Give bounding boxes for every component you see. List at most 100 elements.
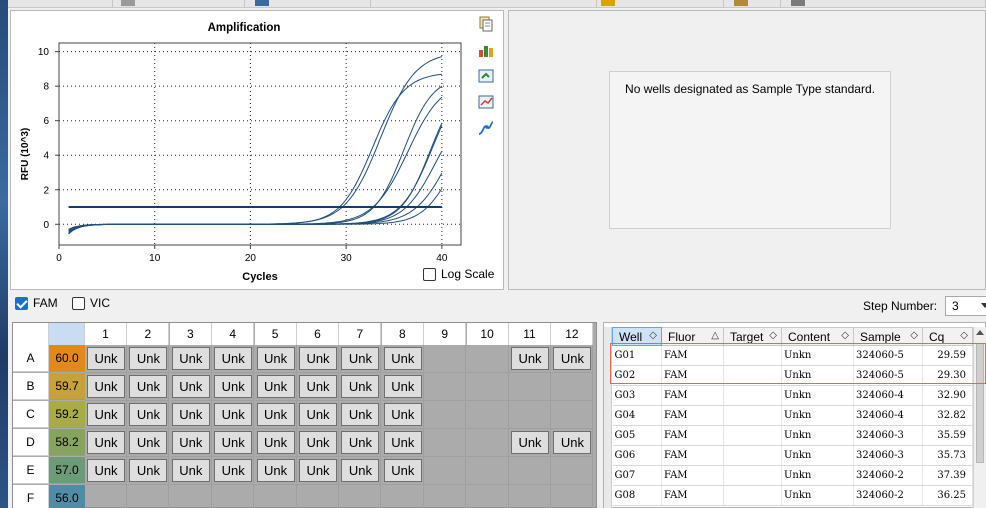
plate-well[interactable]: [170, 485, 212, 508]
plate-well[interactable]: Unk: [127, 401, 170, 429]
table-row[interactable]: G07 FAM Unkn 324060-2 37.39: [612, 465, 973, 486]
plate-row-header[interactable]: A: [13, 345, 49, 372]
plate-column-header[interactable]: 11: [509, 323, 551, 345]
well-sample-type[interactable]: Unk: [129, 431, 168, 454]
plate-well[interactable]: [466, 401, 509, 429]
well-sample-type[interactable]: Unk: [383, 403, 422, 426]
well-sample-type[interactable]: Unk: [341, 459, 380, 482]
plate-row-header[interactable]: D: [13, 429, 49, 456]
plate-well[interactable]: Unk: [169, 429, 212, 457]
plate-well[interactable]: Unk: [85, 457, 127, 485]
results-column-header[interactable]: Well ◇: [612, 327, 662, 346]
sort-icon[interactable]: ◇: [649, 330, 657, 341]
scroll-thumb[interactable]: [976, 343, 984, 463]
well-sample-type[interactable]: Unk: [553, 347, 592, 370]
plate-well[interactable]: Unk: [339, 401, 382, 429]
well-sample-type[interactable]: Unk: [299, 431, 337, 454]
plate-well[interactable]: [551, 401, 594, 429]
plate-column-header[interactable]: 8: [381, 323, 424, 345]
amplification-curve[interactable]: [68, 85, 443, 232]
well-sample-type[interactable]: Unk: [129, 403, 168, 426]
plate-well[interactable]: Unk: [297, 401, 339, 429]
well-sample-type[interactable]: Unk: [299, 347, 337, 370]
well-sample-type[interactable]: Unk: [341, 403, 380, 426]
well-sample-type[interactable]: Unk: [511, 431, 549, 454]
plate-well[interactable]: Unk: [339, 345, 382, 373]
scroll-up-icon[interactable]: [976, 330, 984, 335]
log-scale-toggle[interactable]: Log Scale: [423, 267, 494, 281]
toolbar-tab-5[interactable]: [597, 0, 724, 7]
plate-well[interactable]: [509, 401, 551, 429]
well-sample-type[interactable]: Unk: [256, 431, 295, 454]
toolbar-tab-3[interactable]: [245, 0, 371, 7]
plate-well[interactable]: [255, 485, 297, 508]
toolbar-tab-2[interactable]: [113, 0, 245, 7]
plate-well[interactable]: Unk: [85, 401, 127, 429]
amplification-curve[interactable]: [68, 73, 442, 233]
plate-well[interactable]: [127, 485, 170, 508]
amplification-curve[interactable]: [68, 188, 443, 235]
well-sample-type[interactable]: Unk: [214, 347, 253, 370]
plate-column-header[interactable]: 9: [424, 323, 467, 345]
plate-well[interactable]: [467, 485, 509, 508]
plate-column-header[interactable]: 6: [297, 323, 339, 345]
plate-well[interactable]: Unk: [381, 457, 424, 485]
plate-well[interactable]: Unk: [127, 429, 170, 457]
plate-well[interactable]: Unk: [509, 429, 551, 457]
well-sample-type[interactable]: Unk: [171, 347, 210, 370]
plate-well[interactable]: Unk: [212, 429, 255, 457]
plate-well[interactable]: [424, 429, 467, 457]
plate-well[interactable]: Unk: [85, 345, 127, 373]
plate-well[interactable]: [551, 485, 594, 508]
plate-well[interactable]: Unk: [339, 373, 382, 401]
well-sample-type[interactable]: Unk: [171, 459, 210, 482]
results-column-header[interactable]: Sample ◇: [853, 327, 923, 346]
plate-column-header[interactable]: 7: [339, 323, 382, 345]
plate-well[interactable]: Unk: [212, 373, 255, 401]
plate-well[interactable]: Unk: [169, 345, 212, 373]
well-sample-type[interactable]: Unk: [299, 375, 337, 398]
well-sample-type[interactable]: Unk: [171, 431, 210, 454]
plate-well[interactable]: Unk: [212, 345, 255, 373]
toolbar-tab-6[interactable]: [724, 0, 781, 7]
export-chart-icon[interactable]: [477, 67, 495, 85]
well-sample-type[interactable]: Unk: [87, 375, 125, 398]
plate-well[interactable]: [509, 373, 551, 401]
plate-well[interactable]: [85, 485, 127, 508]
well-sample-type[interactable]: Unk: [87, 403, 125, 426]
plate-well[interactable]: Unk: [85, 373, 127, 401]
plate-well[interactable]: Unk: [127, 373, 170, 401]
plate-row-header[interactable]: E: [13, 457, 49, 484]
plate-well[interactable]: [339, 485, 382, 508]
well-sample-type[interactable]: Unk: [299, 403, 337, 426]
plate-well[interactable]: [424, 457, 467, 485]
plate-column-header[interactable]: 1: [85, 323, 127, 345]
plate-well[interactable]: Unk: [254, 373, 297, 401]
plate-column-header[interactable]: 5: [254, 323, 297, 345]
well-sample-type[interactable]: Unk: [511, 347, 549, 370]
well-sample-type[interactable]: Unk: [171, 375, 210, 398]
results-column-header[interactable]: Fluor △: [661, 327, 724, 346]
plate-well[interactable]: Unk: [381, 373, 424, 401]
well-sample-type[interactable]: Unk: [553, 431, 592, 454]
well-sample-type[interactable]: Unk: [256, 375, 295, 398]
well-sample-type[interactable]: Unk: [214, 431, 253, 454]
plate-well[interactable]: Unk: [297, 457, 339, 485]
plate-well[interactable]: Unk: [297, 429, 339, 457]
plate-well[interactable]: Unk: [254, 457, 297, 485]
well-sample-type[interactable]: Unk: [383, 431, 422, 454]
sort-icon[interactable]: ◇: [960, 330, 968, 341]
plate-well[interactable]: Unk: [297, 373, 339, 401]
plate-well[interactable]: [466, 457, 509, 485]
plate-well[interactable]: [382, 485, 424, 508]
plate-row-header[interactable]: F: [13, 485, 49, 508]
plate-well[interactable]: Unk: [254, 429, 297, 457]
well-sample-type[interactable]: Unk: [214, 403, 253, 426]
well-sample-type[interactable]: Unk: [383, 347, 422, 370]
well-sample-type[interactable]: Unk: [341, 431, 380, 454]
toolbar-tab-1[interactable]: [8, 0, 113, 7]
copy-icon[interactable]: [477, 15, 495, 33]
plate-row-header[interactable]: B: [13, 373, 49, 400]
well-sample-type[interactable]: Unk: [341, 375, 380, 398]
plate-well[interactable]: Unk: [551, 345, 594, 373]
